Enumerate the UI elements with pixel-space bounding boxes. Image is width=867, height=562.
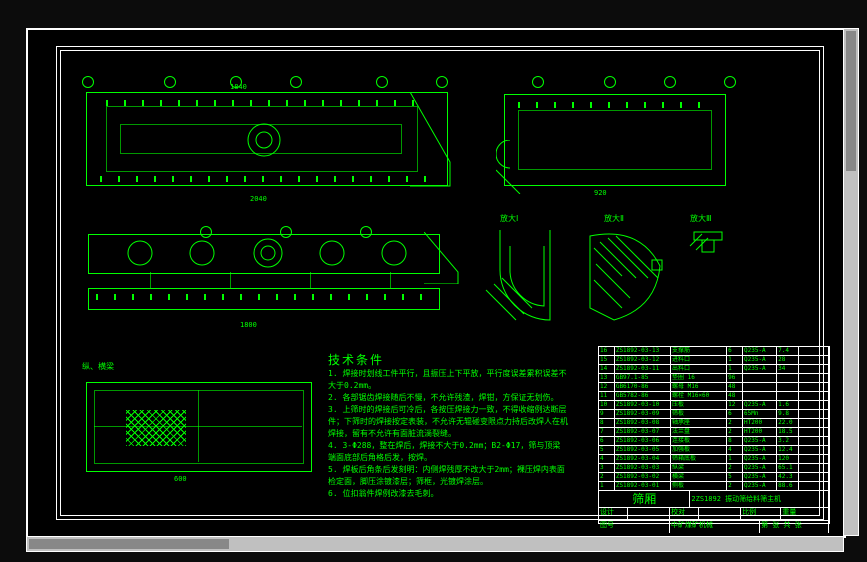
detail-c-icon: [684, 226, 734, 262]
balloon-5: [376, 76, 388, 88]
balloon-12: [280, 226, 292, 238]
drawing-subtitle: 2ZS1892 振动筛给料筛主机: [690, 491, 829, 507]
view-bl-label: 纵、横梁: [82, 362, 114, 372]
tb-design: 设计: [599, 508, 628, 520]
view-top-left: 1840 2040: [80, 76, 456, 206]
balloon-8: [604, 76, 616, 88]
bolt-row-icon: [518, 102, 714, 108]
bom-row: 4ZS1892-03-04筛箱底板1Q235-A120: [599, 455, 829, 464]
dim: 1840: [230, 82, 247, 92]
tech-note: 2. 各部锯齿焊接随后不慢，不允许残渣，焊钳，方保证无划伤。: [328, 392, 568, 404]
balloon-7: [532, 76, 544, 88]
detail-b-icon: [580, 230, 670, 330]
dim: 2040: [250, 194, 267, 204]
bom-row: 13GB97.1-85垫圈 1696: [599, 374, 829, 383]
bom-table: 16ZS1892-03-13支撑筋6Q235-A7.415ZS1892-03-1…: [599, 347, 829, 491]
balloon-9: [664, 76, 676, 88]
tb-sheet: 第 张 共 张: [760, 521, 829, 533]
scrollbar-vertical[interactable]: [843, 28, 859, 536]
bom-row: 3ZS1892-03-03纵梁2Q235-A65.1: [599, 464, 829, 473]
bolt-row-icon: [106, 100, 424, 106]
view-mid-left: 1800: [80, 226, 456, 346]
view-bottom-left: 600: [80, 376, 320, 484]
section-label: 放大Ⅰ: [500, 214, 518, 224]
bom-row: 8ZS1892-03-08轴承座2HT20022.0: [599, 419, 829, 428]
dim: 600: [174, 474, 187, 484]
tech-note: 3. 上筛时的焊接后可冷后，各按压焊接力一致，不得收缩例达断层件；下筛时的焊接按…: [328, 404, 568, 440]
tech-note: 5. 焊板后角条后发刻明：内侧焊残厚不改大于2mm；裸压焊内表面检定面，脚压涂镀…: [328, 464, 568, 488]
balloon-6: [436, 76, 448, 88]
section-label: 放大Ⅱ: [604, 214, 624, 224]
balloon-2: [164, 76, 176, 88]
view-top-right: 920: [484, 76, 754, 206]
tech-note: 4. 3-Φ288，整在焊后，焊接不大于0.2mm；B2-Φ17，筛与顶梁端面底…: [328, 440, 568, 464]
tb-weight: 重量: [781, 508, 829, 520]
hatch-icon: [126, 410, 186, 446]
detail-a-icon: [480, 230, 560, 330]
title-block: 16ZS1892-03-13支撑筋6Q235-A7.415ZS1892-03-1…: [598, 346, 830, 524]
balloon-4: [290, 76, 302, 88]
bom-row: 9ZS1892-03-09筛板665Mn9.8: [599, 410, 829, 419]
bom-row: 16ZS1892-03-13支撑筋6Q235-A7.4: [599, 347, 829, 356]
bolt-row-icon: [96, 294, 430, 300]
balloon-1: [82, 76, 94, 88]
scrollbar-horizontal[interactable]: [26, 536, 844, 552]
tb-dwgno: 图号: [599, 521, 670, 533]
drive-bore-icon: [246, 122, 282, 158]
tech-note: 6. 位扣翁件焊例改漆去毛刺。: [328, 488, 568, 500]
balloon-10: [724, 76, 736, 88]
bolt-row-icon: [100, 176, 430, 182]
tb-scale: 比例: [741, 508, 781, 520]
bom-row: 11GB5782-86螺栓 M16×6048: [599, 392, 829, 401]
bom-row: 1ZS1892-03-01侧板2Q235-A88.6: [599, 482, 829, 491]
bom-row: 2ZS1892-03-02横梁5Q235-A42.3: [599, 473, 829, 482]
cad-viewport[interactable]: 1840 2040 920: [26, 28, 846, 538]
dim: 920: [594, 188, 607, 198]
dim: 1800: [240, 320, 257, 330]
tech-notes-heading: 技术条件: [328, 354, 568, 366]
bom-row: 7ZS1892-03-07法兰盘2HT20018.5: [599, 428, 829, 437]
scroll-thumb[interactable]: [29, 539, 229, 549]
tech-note: 1. 焊接时划线工件平行，且振压上下平放，平行度误差累积误差不大于0.2mm。: [328, 368, 568, 392]
balloon-13: [360, 226, 372, 238]
bom-row: 12GB6170-86螺母 M1648: [599, 383, 829, 392]
tb-company: 中矿煤矿机械: [670, 521, 760, 533]
balloon-11: [200, 226, 212, 238]
tb-check: 校对: [670, 508, 699, 520]
bore-series-icon: [110, 238, 430, 268]
bom-row: 15ZS1892-03-12进料口1Q235-A28: [599, 356, 829, 365]
scroll-thumb[interactable]: [846, 31, 856, 171]
chute-slope-icon: [424, 232, 468, 284]
bom-row: 10ZS1892-03-10压板12Q235-A1.6: [599, 401, 829, 410]
bom-row: 14ZS1892-03-11出料口1Q235-A34: [599, 365, 829, 374]
bom-row: 6ZS1892-03-06连接板8Q235-A3.2: [599, 437, 829, 446]
bom-row: 5ZS1892-03-05加强板4Q235-A12.4: [599, 446, 829, 455]
drawing-title: 筛厢: [599, 491, 690, 507]
section-label: 放大Ⅲ: [690, 214, 712, 224]
tech-notes: 技术条件 1. 焊接时划线工件平行，且振压上下平放，平行度误差累积误差不大于0.…: [328, 354, 568, 500]
